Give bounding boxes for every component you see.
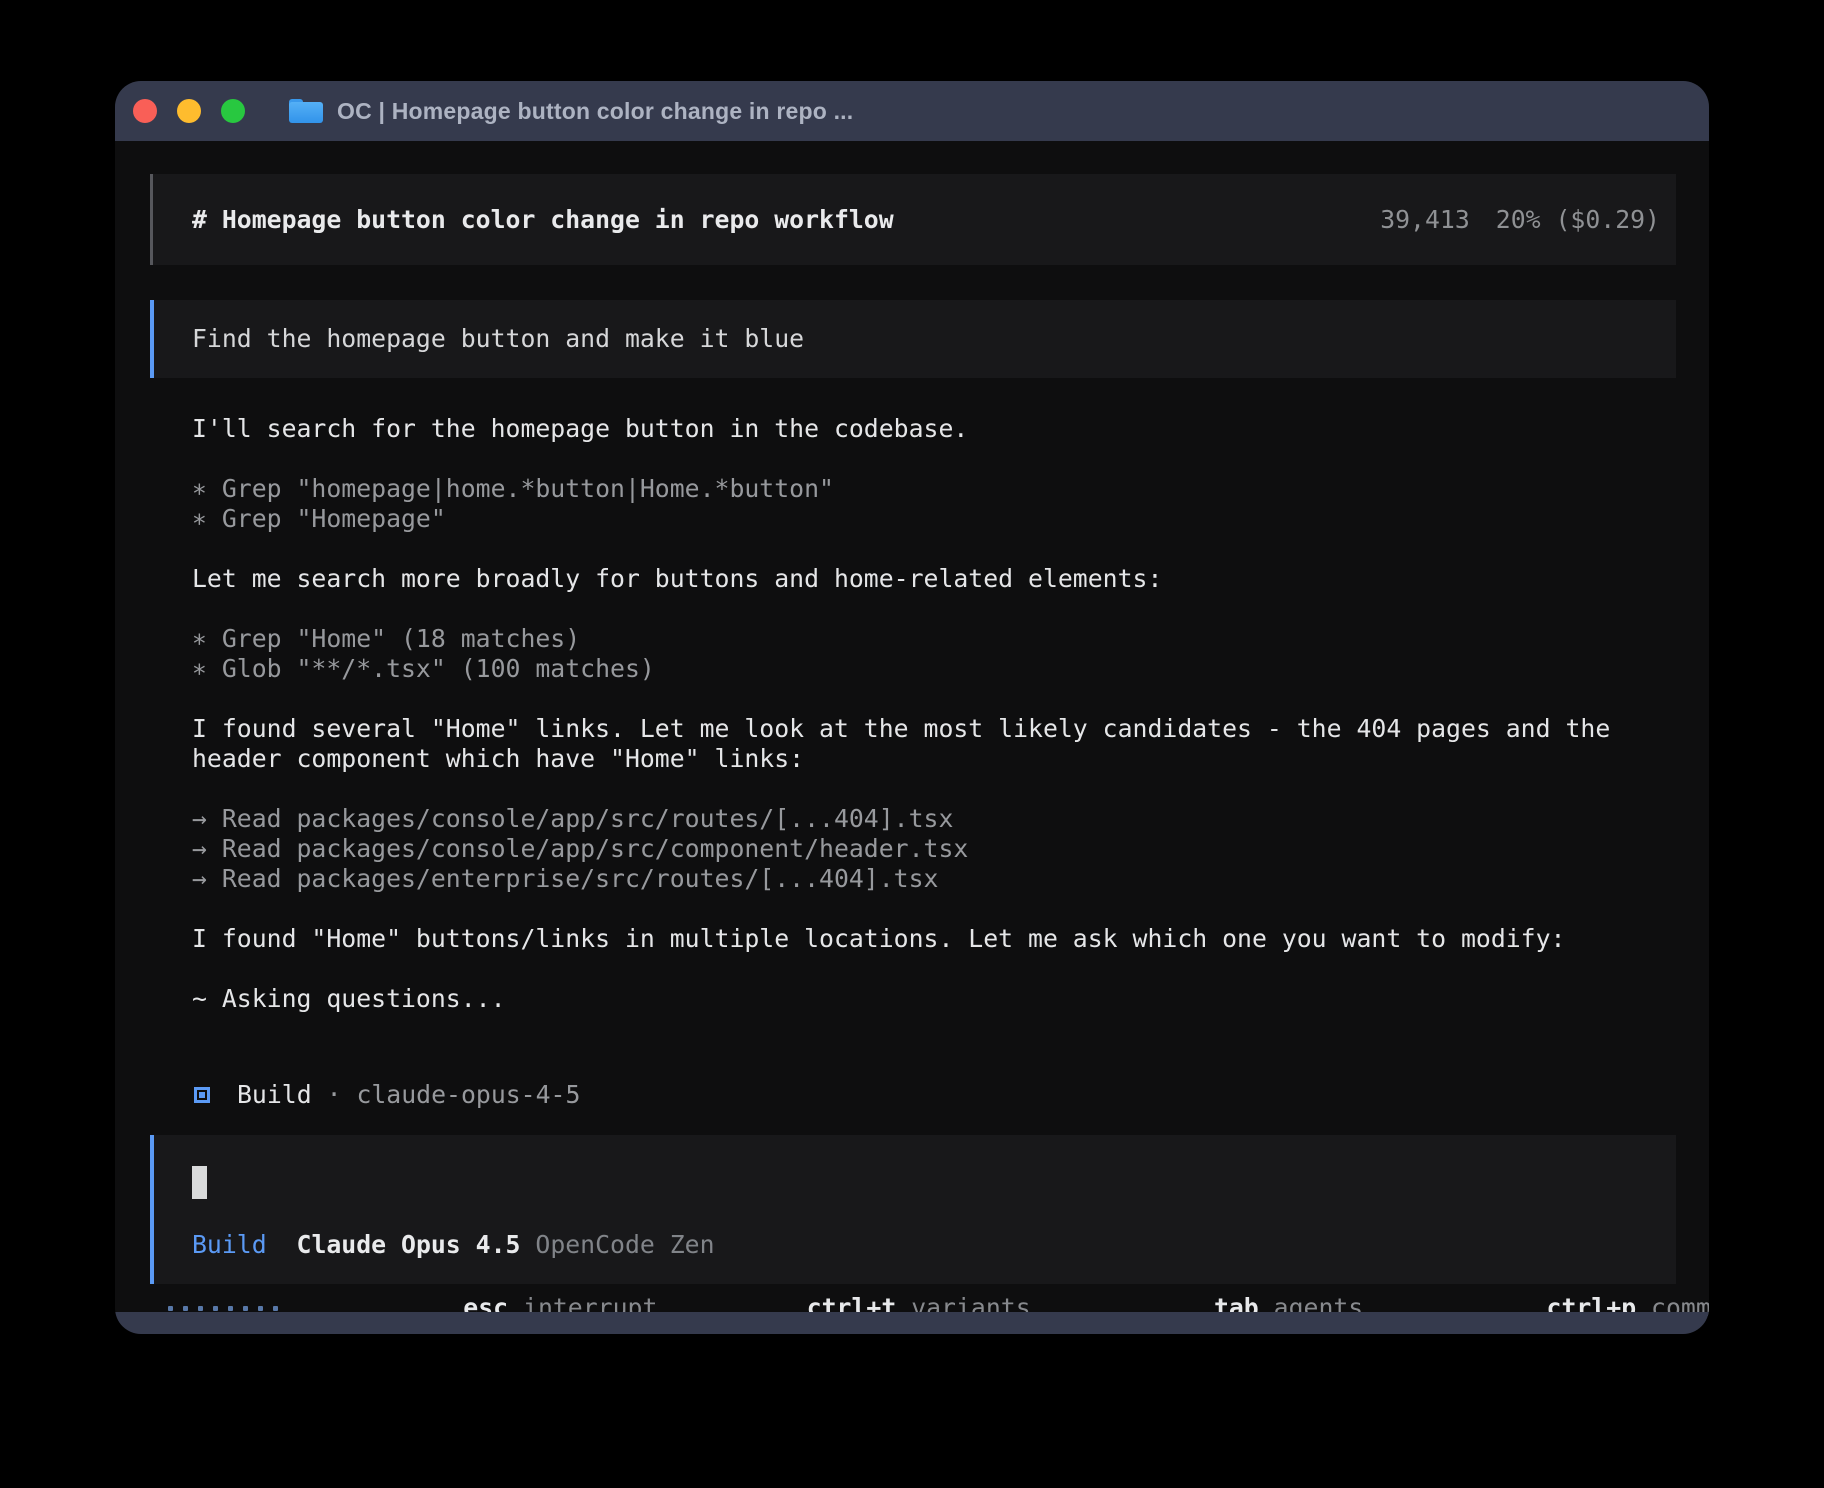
token-count: 39,413 — [1380, 205, 1470, 235]
agent-status: Build · claude-opus-4-5 — [192, 1080, 1676, 1110]
tool-call-line: → Read packages/enterprise/src/routes/[.… — [192, 864, 1676, 894]
agent-badge-icon — [194, 1087, 210, 1103]
assistant-text-line — [192, 594, 1676, 624]
tool-call-line: ∗ Grep "Home" (18 matches) — [192, 624, 1676, 654]
assistant-text-line: Let me search more broadly for buttons a… — [192, 564, 1676, 594]
tool-call-line: ∗ Grep "Homepage" — [192, 504, 1676, 534]
input-agent-label: Build — [192, 1230, 267, 1260]
window-title: OC | Homepage button color change in rep… — [337, 98, 853, 125]
minimize-button[interactable] — [177, 99, 201, 123]
session-stats: 39,413 20% ($0.29) — [1380, 205, 1660, 235]
user-message: Find the homepage button and make it blu… — [150, 300, 1676, 378]
input-meta: Build Claude Opus 4.5 OpenCode Zen — [192, 1230, 715, 1260]
assistant-text-line: I found several "Home" links. Let me loo… — [192, 714, 1676, 744]
session-header: # Homepage button color change in repo w… — [150, 174, 1676, 265]
tool-call-line: → Read packages/console/app/src/componen… — [192, 834, 1676, 864]
assistant-text-line: ~ Asking questions... — [192, 984, 1676, 1014]
tool-call-line: ∗ Glob "**/*.tsx" (100 matches) — [192, 654, 1676, 684]
assistant-text-line: I'll search for the homepage button in t… — [192, 414, 1676, 444]
assistant-text-line: I found "Home" buttons/links in multiple… — [192, 924, 1676, 954]
assistant-text-line: header component which have "Home" links… — [192, 744, 1676, 774]
assistant-text-line — [192, 954, 1676, 984]
terminal-window: OC | Homepage button color change in rep… — [115, 81, 1709, 1334]
text-cursor — [192, 1166, 207, 1199]
agent-separator: · — [312, 1080, 357, 1110]
terminal-content: # Homepage button color change in repo w… — [115, 174, 1709, 1328]
input-model-label: Claude Opus 4.5 — [297, 1230, 521, 1260]
close-button[interactable] — [133, 99, 157, 123]
assistant-text-line — [192, 684, 1676, 714]
agent-model: claude-opus-4-5 — [356, 1080, 580, 1110]
assistant-text-line — [192, 444, 1676, 474]
session-title: # Homepage button color change in repo w… — [192, 205, 894, 235]
context-cost: 20% ($0.29) — [1496, 205, 1660, 235]
input-provider-label: OpenCode Zen — [535, 1230, 714, 1260]
spinner-dots-icon — [168, 1306, 278, 1311]
assistant-text-line — [192, 894, 1676, 924]
agent-name: Build — [237, 1080, 312, 1110]
agent-status-row: Build · claude-opus-4-5 — [150, 1050, 1676, 1110]
prompt-input[interactable]: Build Claude Opus 4.5 OpenCode Zen — [150, 1135, 1676, 1284]
titlebar: OC | Homepage button color change in rep… — [115, 81, 1709, 141]
window-footer — [115, 1312, 1709, 1334]
assistant-text-line — [192, 534, 1676, 564]
zoom-button[interactable] — [221, 99, 245, 123]
folder-icon — [289, 99, 323, 123]
user-message-text: Find the homepage button and make it blu… — [192, 324, 804, 354]
tool-call-line: ∗ Grep "homepage|home.*button|Home.*butt… — [192, 474, 1676, 504]
assistant-response: I'll search for the homepage button in t… — [150, 414, 1676, 1014]
tool-call-line: → Read packages/console/app/src/routes/[… — [192, 804, 1676, 834]
assistant-text-line — [192, 774, 1676, 804]
